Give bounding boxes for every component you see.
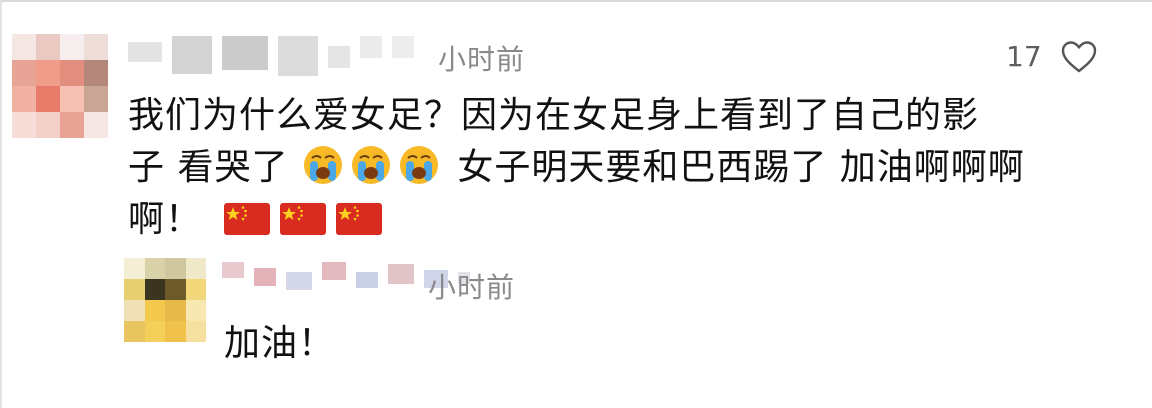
- like-count: 17: [1006, 40, 1042, 73]
- reply-time: 小时前: [428, 271, 516, 304]
- comment-line-2-end: 女子明天要和巴西踢了 加油啊啊啊: [444, 147, 1025, 188]
- comment-line-2-start: 子 看哭了: [128, 147, 289, 188]
- comment-line-2: 子 看哭了 女子明天要和巴西踢了 加油啊啊啊: [128, 142, 1128, 194]
- reply-avatar[interactable]: [124, 258, 206, 342]
- comment-line-1: 我们为什么爱女足？因为在女足身上看到了自己的影: [128, 95, 980, 136]
- china-flag-emoji-icon: [224, 203, 271, 235]
- loudly-crying-face-emoji-icon: [303, 146, 342, 184]
- comment-line-3: 啊！: [128, 194, 1128, 246]
- china-flag-emoji-icon: [336, 203, 383, 235]
- avatar[interactable]: [12, 34, 108, 138]
- china-flag-emoji-icon: [280, 203, 327, 235]
- comment-time: 小时前: [438, 43, 526, 76]
- comment-line-3-text: 啊！: [128, 199, 203, 240]
- comment-thread: 小时前 17 我们为什么爱女足？因为在女足身上看到了自己的影 子 看哭了 女子明…: [0, 0, 1152, 408]
- comment-body: 我们为什么爱女足？因为在女足身上看到了自己的影 子 看哭了 女子明天要和巴西踢了…: [128, 90, 1128, 246]
- reply-body: 加油！: [224, 323, 336, 364]
- username-blurred[interactable]: [128, 36, 414, 76]
- loudly-crying-face-emoji-icon: [351, 146, 390, 184]
- heart-outline-icon[interactable]: [1060, 40, 1098, 74]
- loudly-crying-face-emoji-icon: [399, 146, 438, 184]
